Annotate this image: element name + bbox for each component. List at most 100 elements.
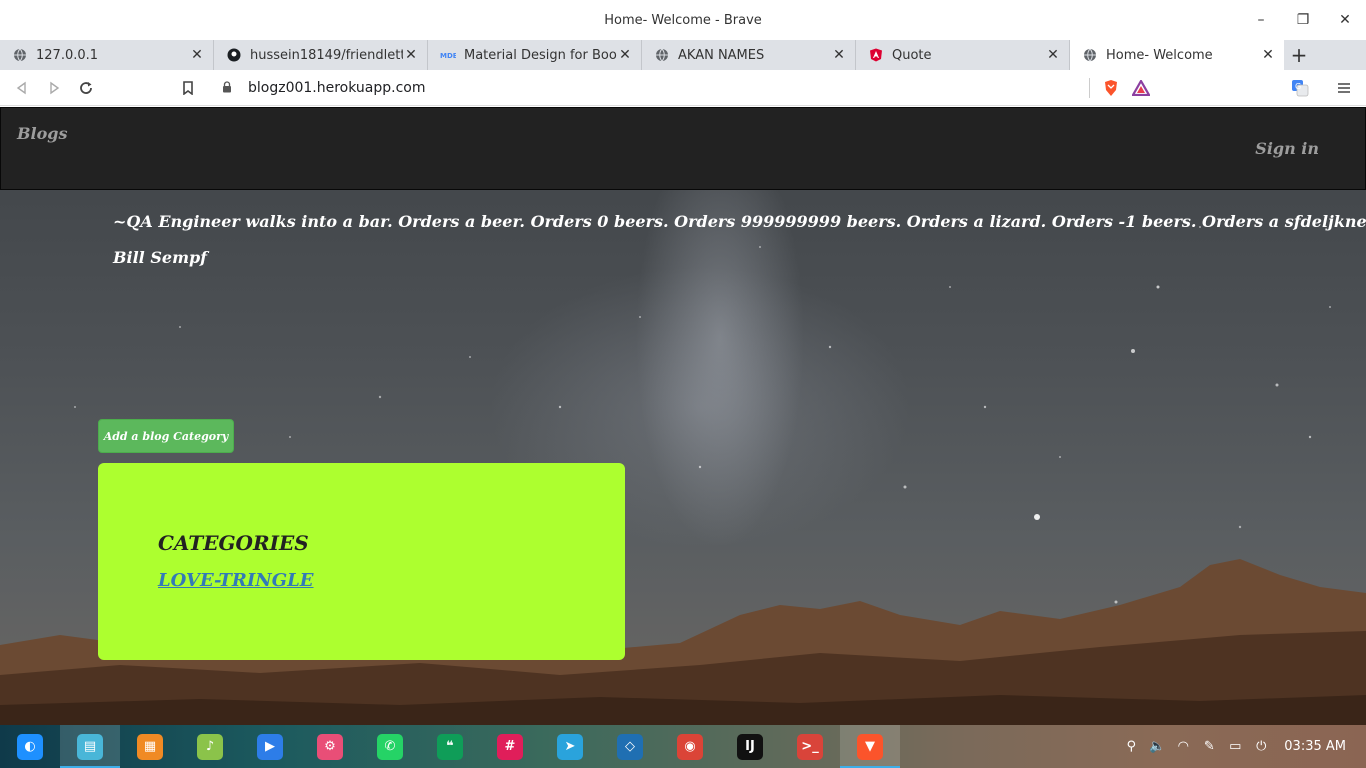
intellij-icon: IJ [737, 733, 763, 760]
add-blog-category-button[interactable]: Add a blog Category [98, 419, 234, 453]
omnibox-divider [1089, 78, 1090, 98]
taskbar-app-chrome[interactable]: ◉ [660, 725, 720, 768]
close-tab-icon[interactable]: ✕ [617, 47, 633, 63]
globe-icon [12, 47, 28, 63]
tab-label: hussein18149/friendletter- [250, 47, 403, 63]
close-tab-icon[interactable]: ✕ [189, 47, 205, 63]
taskbar-app-whatsapp[interactable]: ✆ [360, 725, 420, 768]
url-text[interactable]: blogz001.herokuapp.com [248, 80, 1089, 96]
category-link[interactable]: LOVE-TRINGLE [158, 570, 314, 591]
tab-2[interactable]: hussein18149/friendletter-✕ [214, 40, 428, 70]
taskbar: ◐ ▤ ▦ ♪ ▶ ⚙ ✆ ❝ # ➤ ◇ ◉ IJ >_ ▼ ⚲ 🔈 ◠ ✎ ▭ ⏻ 03:35 AM [0, 725, 1366, 768]
taskbar-app-file-manager[interactable]: ▤ [60, 725, 120, 768]
categories-card: CATEGORIES LOVE-TRINGLE [98, 463, 625, 660]
close-tab-icon[interactable]: ✕ [1260, 47, 1276, 63]
taskbar-app-terminal[interactable]: >_ [780, 725, 840, 768]
tab-label: 127.0.0.1 [36, 47, 99, 63]
taskbar-app-music-player[interactable]: ♪ [180, 725, 240, 768]
bookmark-button[interactable] [172, 72, 204, 104]
menu-button[interactable] [1328, 72, 1360, 104]
address-bar[interactable]: blogz001.herokuapp.com [210, 74, 1156, 102]
chrome-icon: ◉ [677, 733, 703, 760]
taskbar-app-hangouts[interactable]: ❝ [420, 725, 480, 768]
clock[interactable]: 03:35 AM [1284, 739, 1346, 754]
close-tab-icon[interactable]: ✕ [1045, 47, 1061, 63]
hangouts-icon: ❝ [437, 733, 463, 760]
telegram-icon: ➤ [557, 733, 583, 760]
tab-5[interactable]: Quote ✕ [856, 40, 1070, 70]
back-arrow-icon [16, 81, 26, 94]
svg-text:G: G [1295, 82, 1301, 91]
tab-3[interactable]: MDB Material Design for Bootst ✕ [428, 40, 642, 70]
tab-6[interactable]: Home- Welcome ✕ [1070, 40, 1284, 70]
maximize-button[interactable]: ❐ [1282, 0, 1324, 40]
tab-label: Home- Welcome [1106, 47, 1213, 63]
music-player-icon: ♪ [197, 733, 223, 760]
svg-text:MDB: MDB [440, 52, 456, 60]
taskbar-app-slack[interactable]: # [480, 725, 540, 768]
close-window-button[interactable]: ✕ [1324, 0, 1366, 40]
usb-icon[interactable]: ⚲ [1118, 725, 1144, 768]
close-tab-icon[interactable]: ✕ [403, 47, 419, 63]
forward-arrow-icon [50, 81, 60, 94]
brave-rewards-icon[interactable] [1126, 74, 1156, 102]
window-controls: – ❐ ✕ [1240, 0, 1366, 40]
whatsapp-icon: ✆ [377, 733, 403, 760]
taskbar-app-brave[interactable]: ▼ [840, 725, 900, 768]
tab-label: Quote [892, 47, 932, 63]
tab-label: Material Design for Bootst [464, 47, 617, 63]
translate-extension-icon[interactable]: G [1284, 72, 1316, 104]
window-titlebar: Home- Welcome - Brave – ❐ ✕ [0, 0, 1366, 40]
minimize-button[interactable]: – [1240, 0, 1282, 40]
slack-icon: # [497, 733, 523, 760]
system-tray: ⚲ 🔈 ◠ ✎ ▭ ⏻ 03:35 AM [1118, 725, 1366, 768]
web-page: Blogs Sign in ~QA Engineer walks into a … [0, 107, 1366, 725]
wifi-icon[interactable]: ◠ [1170, 725, 1196, 768]
site-navbar: Blogs Sign in [0, 107, 1366, 190]
tab-strip: 127.0.0.1✕hussein18149/friendletter-✕MDB… [0, 40, 1366, 70]
forward-button[interactable] [38, 72, 70, 104]
sign-in-link[interactable]: Sign in [1255, 139, 1319, 158]
brave-shields-icon[interactable] [1096, 74, 1126, 102]
app-launcher-icon: ◐ [17, 733, 43, 760]
close-tab-icon[interactable]: ✕ [831, 47, 847, 63]
brand-link[interactable]: Blogs [17, 124, 67, 143]
window-title: Home- Welcome - Brave [604, 12, 762, 28]
back-button[interactable] [6, 72, 38, 104]
taskbar-app-vscode[interactable]: ◇ [600, 725, 660, 768]
bookmark-icon [183, 80, 193, 95]
power-icon[interactable]: ⏻ [1248, 725, 1274, 768]
taskbar-app-telegram[interactable]: ➤ [540, 725, 600, 768]
globe-icon [1082, 47, 1098, 63]
video-editor-icon: ▶ [257, 733, 283, 760]
file-manager-icon: ▤ [77, 733, 103, 760]
taskbar-app-intellij[interactable]: IJ [720, 725, 780, 768]
mdb-icon: MDB [440, 47, 456, 63]
globe-icon [654, 47, 670, 63]
tab-4[interactable]: AKAN NAMES ✕ [642, 40, 856, 70]
reload-button[interactable] [70, 72, 102, 104]
quote-text: ~QA Engineer walks into a bar. Orders a … [113, 212, 1366, 231]
battery-icon[interactable]: ▭ [1222, 725, 1248, 768]
volume-icon[interactable]: 🔈 [1144, 725, 1170, 768]
taskbar-app-app-launcher[interactable]: ◐ [0, 725, 60, 768]
terminal-icon: >_ [797, 733, 823, 760]
categories-heading: CATEGORIES [158, 531, 309, 555]
github-icon [226, 47, 242, 63]
brave-icon: ▼ [857, 733, 883, 760]
hamburger-menu-icon [1338, 83, 1350, 93]
taskbar-apps: ◐ ▤ ▦ ♪ ▶ ⚙ ✆ ❝ # ➤ ◇ ◉ IJ >_ ▼ [0, 725, 900, 768]
quote-author: Bill Sempf [113, 248, 208, 267]
store-icon: ▦ [137, 733, 163, 760]
new-tab-button[interactable]: + [1284, 40, 1314, 70]
lock-icon [222, 80, 238, 96]
pen-icon[interactable]: ✎ [1196, 725, 1222, 768]
tab-1[interactable]: 127.0.0.1 ✕ [0, 40, 214, 70]
taskbar-app-video-editor[interactable]: ▶ [240, 725, 300, 768]
navigation-bar: blogz001.herokuapp.com G [0, 70, 1366, 106]
taskbar-app-settings[interactable]: ⚙ [300, 725, 360, 768]
settings-icon: ⚙ [317, 733, 343, 760]
taskbar-app-store[interactable]: ▦ [120, 725, 180, 768]
vscode-icon: ◇ [617, 733, 643, 760]
angular-icon [868, 47, 884, 63]
